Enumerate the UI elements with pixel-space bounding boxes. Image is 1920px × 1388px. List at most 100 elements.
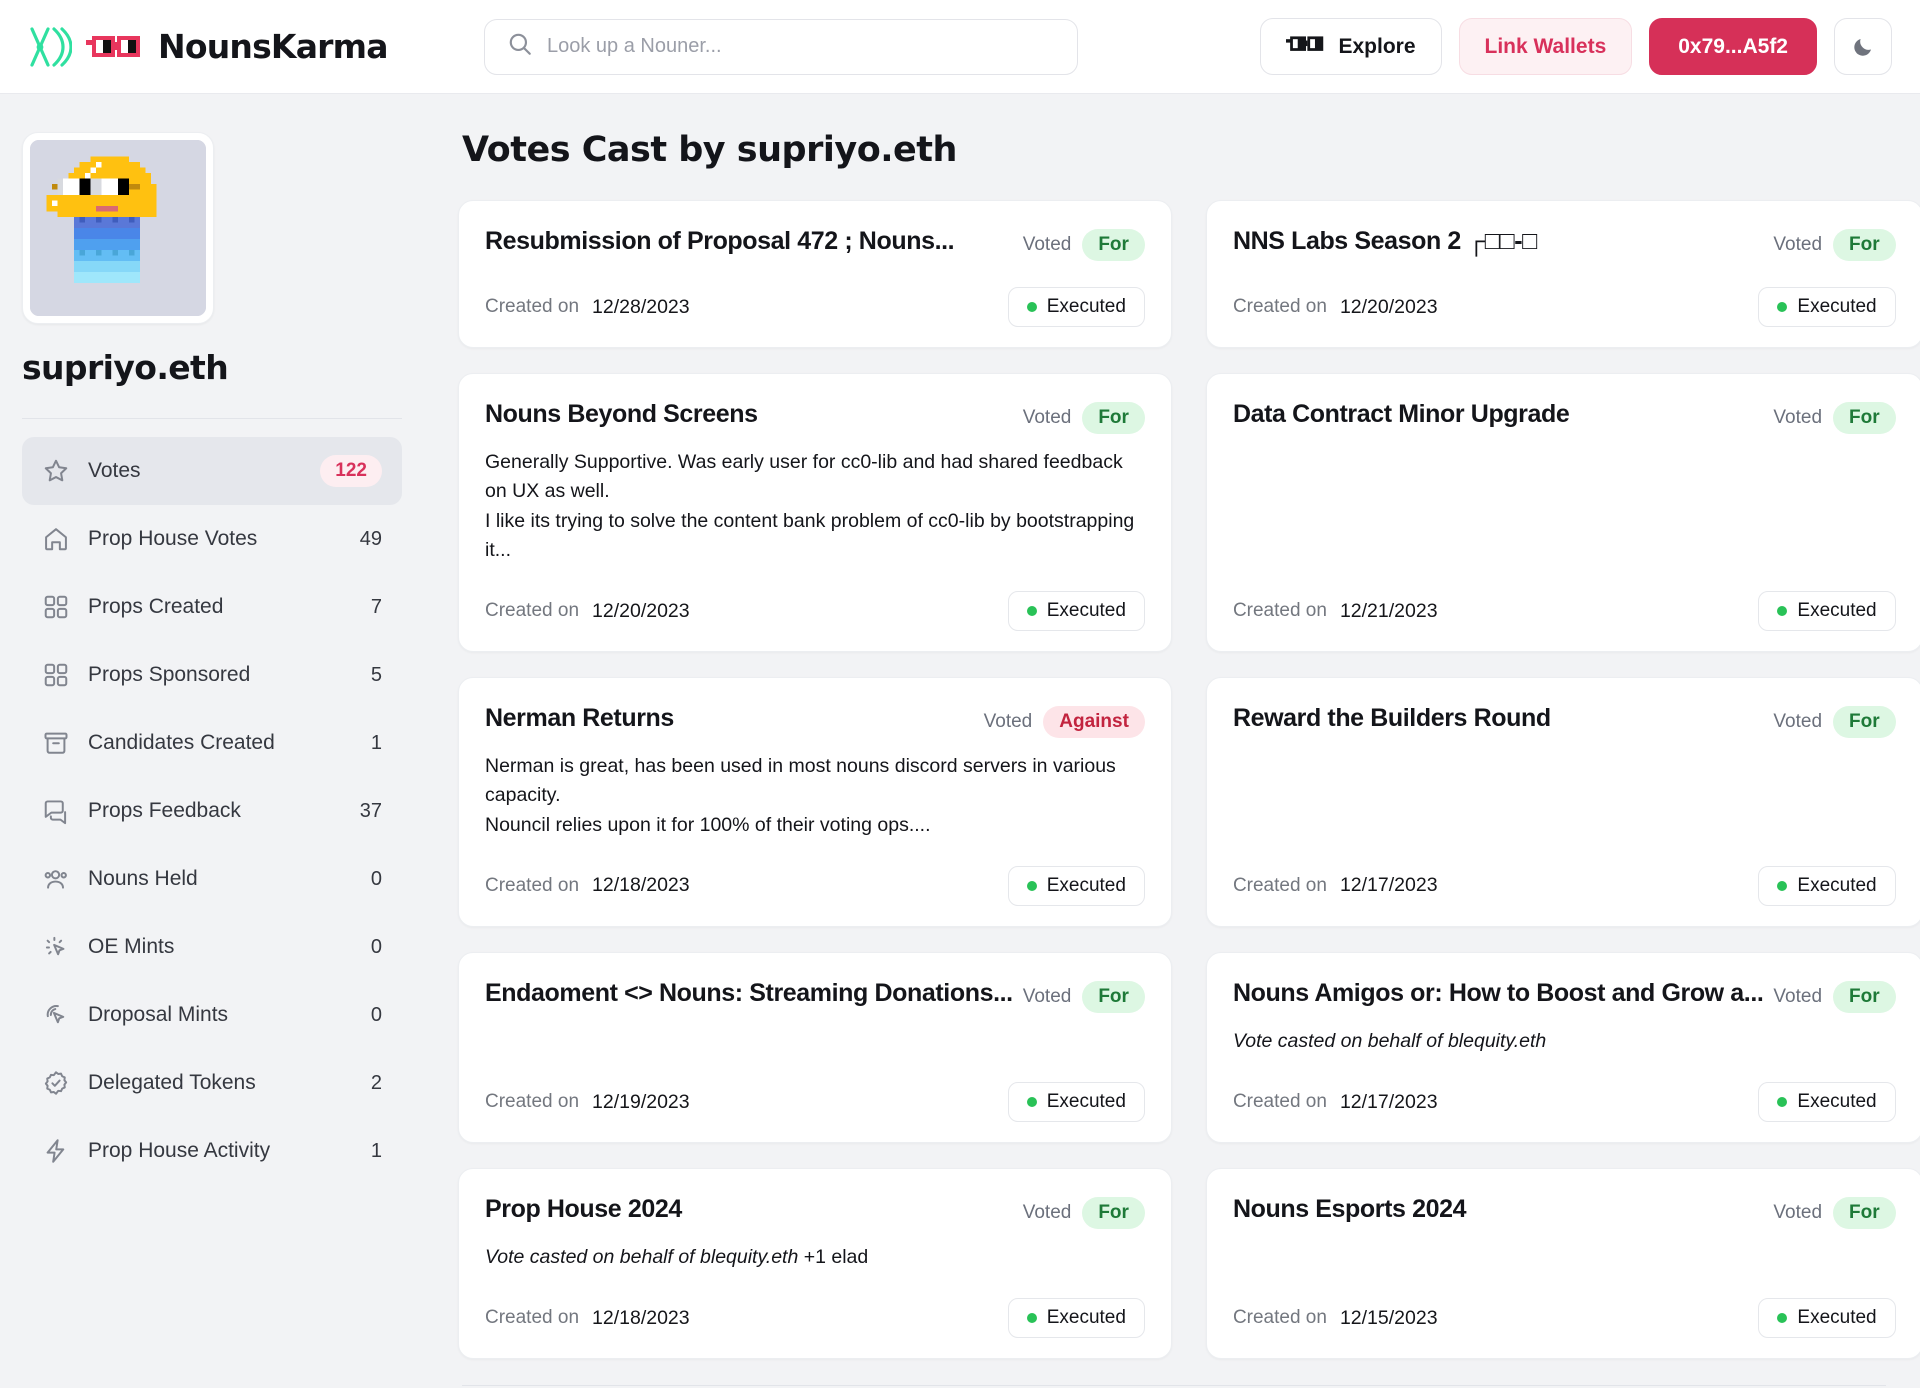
vote-card[interactable]: NNS Labs Season 2 ┌□□-□ Voted ForCreated o… <box>1206 200 1920 348</box>
vote-card[interactable]: Endaoment <> Nouns: Streaming Donations.… <box>458 952 1172 1143</box>
voted-label: Voted <box>1023 1202 1072 1224</box>
status-dot-icon <box>1027 606 1037 616</box>
moon-icon <box>1851 35 1875 59</box>
status-badge: Executed <box>1008 1298 1145 1338</box>
sidebar-item-votes[interactable]: Votes122 <box>22 437 402 505</box>
created-date: 12/19/2023 <box>592 1091 690 1114</box>
status-label: Executed <box>1047 600 1126 622</box>
proposal-title[interactable]: Nouns Amigos or: How to Boost and Grow a… <box>1233 977 1763 1010</box>
created-date: 12/21/2023 <box>1340 600 1438 623</box>
status-label: Executed <box>1797 875 1876 897</box>
sidebar-item-props-created[interactable]: Props Created7 <box>22 573 402 641</box>
sidebar-item-delegated-tokens[interactable]: Delegated Tokens2 <box>22 1049 402 1117</box>
voted-label: Voted <box>984 711 1033 733</box>
sidebar-item-oe-mints[interactable]: OE Mints0 <box>22 913 402 981</box>
vote-card[interactable]: Reward the Builders RoundVotedForCreated… <box>1206 677 1920 927</box>
search-icon <box>507 31 533 62</box>
vote-card-footer: Created on12/15/2023Executed <box>1233 1272 1896 1338</box>
vote-card[interactable]: Resubmission of Proposal 472 ; Nouns... V… <box>458 200 1172 348</box>
vote-card[interactable]: Nouns Esports 2024 VotedFor Created on12/1… <box>1206 1168 1920 1359</box>
sidebar-item-label: Prop House Activity <box>88 1139 270 1163</box>
page-title: Votes Cast by supriyo.eth <box>462 130 1890 170</box>
sidebar-item-prop-house-votes[interactable]: Prop House Votes49 <box>22 505 402 573</box>
vote-card[interactable]: Nouns Amigos or: How to Boost and Grow a… <box>1206 952 1920 1143</box>
status-label: Executed <box>1047 296 1126 318</box>
vote-card-header: Data Contract Minor Upgrade VotedFor <box>1233 398 1896 434</box>
nouns-karma-logo-icon <box>26 24 72 70</box>
nouns-glasses-icon <box>86 34 144 60</box>
vote-card-footer: Created on12/17/2023Executed <box>1233 1056 1896 1122</box>
vote-badge: Against <box>1043 706 1145 738</box>
vote-status: VotedFor <box>1773 398 1895 434</box>
theme-toggle-button[interactable] <box>1834 18 1892 75</box>
proposal-title[interactable]: Nouns Esports 2024 <box>1233 1193 1763 1226</box>
vote-status: Voted Against <box>984 702 1145 738</box>
status-label: Executed <box>1047 1091 1126 1113</box>
proposal-title[interactable]: Data Contract Minor Upgrade <box>1233 398 1763 431</box>
sidebar-item-count: 1 <box>371 732 382 755</box>
status-dot-icon <box>1777 1097 1787 1107</box>
search-input[interactable] <box>547 35 1055 58</box>
vote-reason-text: Generally Supportive. Was early user for… <box>485 448 1145 565</box>
status-label: Executed <box>1797 600 1876 622</box>
sidebar-item-candidates-created[interactable]: Candidates Created1 <box>22 709 402 777</box>
explore-label: Explore <box>1338 35 1415 59</box>
link-wallets-button[interactable]: Link Wallets <box>1459 18 1633 75</box>
vote-status: VotedFor <box>1023 225 1145 261</box>
sidebar-item-props-sponsored[interactable]: Props Sponsored5 <box>22 641 402 709</box>
vote-status: VotedFor <box>1773 1193 1895 1229</box>
delegation-extra: +1 elad <box>798 1246 868 1268</box>
vote-card[interactable]: Data Contract Minor UpgradeVotedForCreat… <box>1206 373 1920 652</box>
created-date: 12/17/2023 <box>1340 874 1438 897</box>
sidebar-item-label: Nouns Held <box>88 867 198 891</box>
proposal-title[interactable]: NNS Labs Season 2 ┌□□-□ <box>1233 225 1763 258</box>
vote-card[interactable]: Nerman Returns Voted Against Nerman is grea… <box>458 677 1172 927</box>
status-dot-icon <box>1027 1097 1037 1107</box>
created-on-label: Created on <box>1233 875 1327 897</box>
chat-bubbles-icon <box>42 797 70 825</box>
voted-label: Voted <box>1773 711 1822 733</box>
vote-card-footer: Created on12/20/2023Executed <box>1233 261 1896 327</box>
vote-card[interactable]: Nouns Beyond Screens VotedFor Generally Su… <box>458 373 1172 652</box>
vote-reason-text: Nerman is great, has been used in most n… <box>485 752 1145 840</box>
sidebar-item-props-feedback[interactable]: Props Feedback37 <box>22 777 402 845</box>
search-bar[interactable] <box>484 19 1078 75</box>
proposal-title[interactable]: Endaoment <> Nouns: Streaming Donations.… <box>485 977 1013 1010</box>
status-badge: Executed <box>1008 287 1145 327</box>
created-date: 12/28/2023 <box>592 296 690 319</box>
sidebar-item-count: 2 <box>371 1072 382 1095</box>
created-date: 12/18/2023 <box>592 874 690 897</box>
vote-badge: For <box>1833 229 1896 261</box>
sidebar-item-label: Votes <box>88 459 141 483</box>
vote-badge: For <box>1833 981 1896 1013</box>
proposal-title[interactable]: Reward the Builders Round <box>1233 702 1763 735</box>
created-on-label: Created on <box>485 1307 579 1329</box>
status-label: Executed <box>1797 1091 1876 1113</box>
status-badge: Executed <box>1758 1298 1895 1338</box>
wallet-address-button[interactable]: 0x79...A5f2 <box>1649 18 1817 75</box>
brand-logo[interactable]: NounsKarma <box>20 24 388 70</box>
proposal-title[interactable]: Nouns Beyond Screens <box>485 398 1013 431</box>
status-dot-icon <box>1027 1313 1037 1323</box>
vote-card-footer: Created on 12/17/2023 Executed <box>1233 840 1896 906</box>
sidebar-item-label: Props Created <box>88 595 223 619</box>
voted-label: Voted <box>1773 234 1822 256</box>
vote-card[interactable]: Prop House 2024VotedForVote casted on be… <box>458 1168 1172 1359</box>
sidebar-item-nouns-held[interactable]: Nouns Held0 <box>22 845 402 913</box>
vote-badge: For <box>1082 402 1145 434</box>
avatar <box>22 132 214 324</box>
status-dot-icon <box>1777 881 1787 891</box>
proposal-title[interactable]: Resubmission of Proposal 472 ; Nouns... <box>485 225 1013 258</box>
nouns-glasses-icon <box>1286 35 1326 59</box>
vote-card-header: Nouns Amigos or: How to Boost and Grow a… <box>1233 977 1896 1013</box>
proposal-title[interactable]: Prop House 2024 <box>485 1193 1013 1226</box>
sidebar-item-droposal-mints[interactable]: Droposal Mints0 <box>22 981 402 1049</box>
status-label: Executed <box>1797 296 1876 318</box>
status-label: Executed <box>1047 1307 1126 1329</box>
created-on-label: Created on <box>1233 1091 1327 1113</box>
explore-button[interactable]: Explore <box>1260 18 1441 75</box>
proposal-title[interactable]: Nerman Returns <box>485 702 974 735</box>
sidebar-item-prop-house-activity[interactable]: Prop House Activity1 <box>22 1117 402 1185</box>
cursor-circle-icon <box>42 1001 70 1029</box>
vote-status: VotedFor <box>1023 398 1145 434</box>
